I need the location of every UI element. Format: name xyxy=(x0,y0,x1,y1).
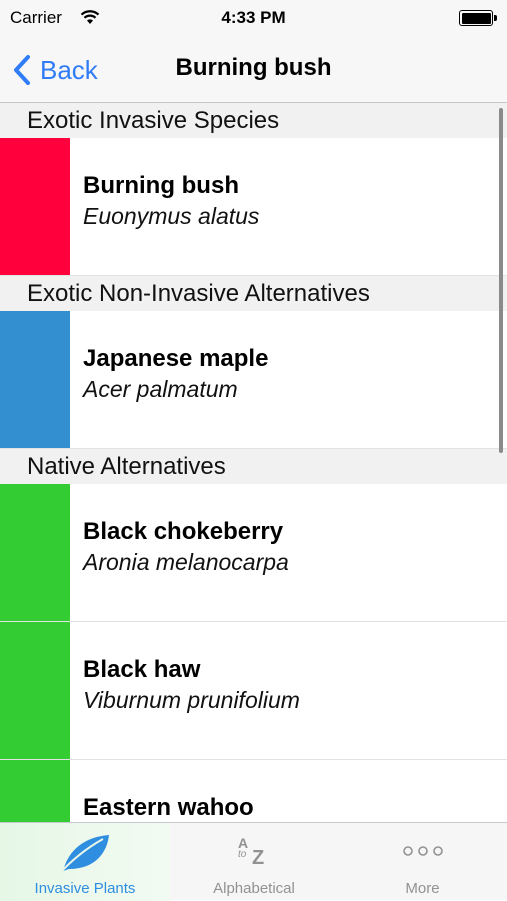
navigation-bar: Back Burning bush xyxy=(0,38,507,103)
latin-name: Aronia melanocarpa xyxy=(83,549,289,575)
list-item[interactable]: Burning bush Euonymus alatus xyxy=(0,138,507,276)
plant-list[interactable]: Exotic Invasive Species Burning bush Euo… xyxy=(0,103,507,822)
color-swatch xyxy=(0,484,70,621)
tab-label: Invasive Plants xyxy=(34,880,136,897)
color-swatch xyxy=(0,622,70,759)
tab-label: More xyxy=(405,880,440,897)
page-title: Burning bush xyxy=(175,54,332,81)
common-name: Eastern wahoo xyxy=(83,794,254,821)
a-to-z-icon: A to Z xyxy=(234,835,274,875)
common-name: Burning bush xyxy=(83,172,239,199)
tab-more[interactable]: More xyxy=(338,823,507,901)
latin-name: Viburnum prunifolium xyxy=(83,687,300,713)
common-name: Black haw xyxy=(83,656,201,683)
section-header-invasive: Exotic Invasive Species xyxy=(0,103,507,138)
latin-name: Acer palmatum xyxy=(83,376,238,402)
status-time: 4:33 PM xyxy=(221,8,286,27)
status-bar: Carrier 4:33 PM xyxy=(0,0,507,38)
az-bottom-letter: Z xyxy=(252,847,265,869)
color-swatch xyxy=(0,138,70,275)
scroll-indicator[interactable] xyxy=(499,108,503,453)
common-name: Japanese maple xyxy=(83,345,269,372)
list-item[interactable]: Black haw Viburnum prunifolium xyxy=(0,622,507,760)
list-item[interactable]: Eastern wahoo xyxy=(0,760,507,822)
section-header-native: Native Alternatives xyxy=(0,449,507,484)
list-item[interactable]: Black chokeberry Aronia melanocarpa xyxy=(0,484,507,622)
leaf-icon xyxy=(58,835,109,875)
more-icon xyxy=(402,846,443,856)
latin-name: Euonymus alatus xyxy=(83,203,260,229)
common-name: Black chokeberry xyxy=(83,518,284,545)
color-swatch xyxy=(0,760,70,822)
tab-invasive-plants[interactable]: Invasive Plants xyxy=(0,823,170,901)
tab-label: Alphabetical xyxy=(213,880,295,897)
section-header-non-invasive: Exotic Non-Invasive Alternatives xyxy=(0,276,507,311)
tab-alphabetical[interactable]: A to Z Alphabetical xyxy=(170,823,338,901)
tab-bar: Invasive Plants A to Z Alphabetical More xyxy=(0,822,507,901)
az-middle-text: to xyxy=(238,849,247,860)
color-swatch xyxy=(0,311,70,448)
list-item[interactable]: Japanese maple Acer palmatum xyxy=(0,311,507,449)
battery-icon xyxy=(459,10,497,26)
